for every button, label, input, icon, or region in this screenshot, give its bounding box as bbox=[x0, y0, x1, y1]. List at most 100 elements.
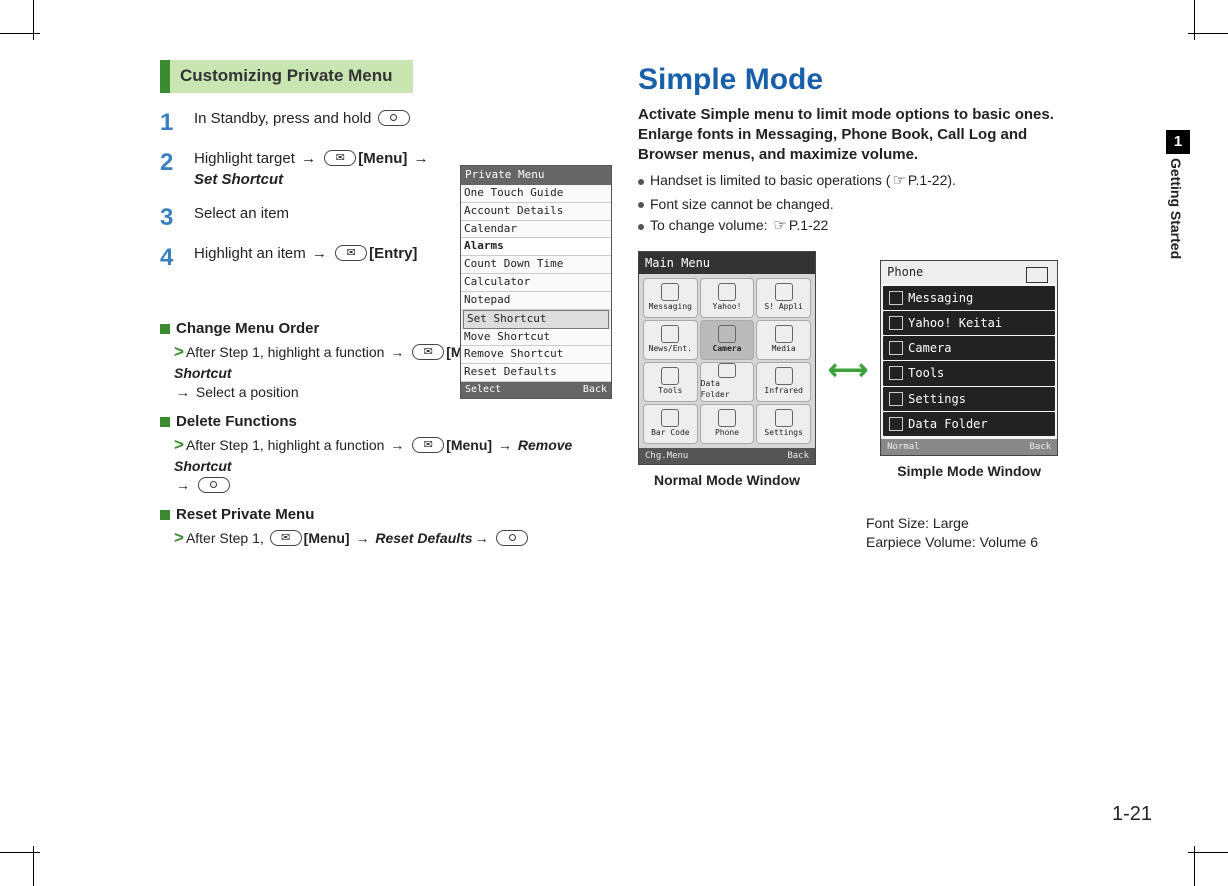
chevron-icon: > bbox=[174, 435, 184, 454]
app-icon bbox=[718, 363, 736, 378]
ref: P.1-22 bbox=[789, 217, 828, 233]
center-key-icon bbox=[378, 110, 410, 126]
label: Tools bbox=[908, 365, 944, 381]
page-heading: Simple Mode bbox=[638, 60, 1080, 101]
yahoo-icon bbox=[889, 316, 903, 330]
phone-footer: Normal Back bbox=[881, 439, 1057, 455]
mail-key-icon: ✉ bbox=[412, 344, 444, 360]
arrow-icon: → bbox=[498, 437, 512, 453]
softkey-right: Back bbox=[787, 450, 809, 462]
label: Camera bbox=[908, 340, 951, 356]
right-column: Simple Mode Activate Simple menu to limi… bbox=[620, 60, 1080, 846]
footnote: Font Size: Large Earpiece Volume: Volume… bbox=[866, 514, 1080, 552]
manual-page: Customizing Private Menu 1 In Standby, p… bbox=[0, 0, 1228, 886]
menu-cell: S! Appli bbox=[756, 278, 811, 318]
square-bullet-icon bbox=[160, 417, 170, 427]
mail-key-icon: ✉ bbox=[335, 245, 367, 261]
pointer-icon: ☞ bbox=[773, 218, 786, 234]
mail-key-icon: ✉ bbox=[270, 530, 302, 546]
chevron-icon: > bbox=[174, 528, 184, 547]
text: To change volume: bbox=[650, 217, 771, 233]
pm-item: Alarms bbox=[461, 238, 611, 256]
sub-line: >After Step 1, ✉[Menu] → Reset Defaults→ bbox=[174, 527, 602, 550]
chapter-number: 1 bbox=[1166, 130, 1190, 154]
crop-mark-icon bbox=[33, 0, 34, 40]
app-icon bbox=[718, 283, 736, 301]
pm-item: Notepad bbox=[461, 292, 611, 310]
tail: ). bbox=[947, 172, 956, 188]
center-key-icon bbox=[496, 530, 528, 546]
label: News/Ent. bbox=[649, 344, 692, 355]
text: Handset is limited to basic operations ( bbox=[650, 172, 890, 188]
label: Data Folder bbox=[701, 379, 754, 401]
heading-text: Change Menu Order bbox=[176, 320, 319, 337]
text: After Step 1, bbox=[186, 530, 268, 546]
phone-footer: Chg.Menu Back bbox=[639, 448, 815, 464]
app-icon bbox=[775, 325, 793, 343]
note-line: Font Size: Large bbox=[866, 514, 1080, 533]
sub-heading: Reset Private Menu bbox=[160, 505, 602, 525]
crop-mark-icon bbox=[0, 852, 40, 853]
heading-text: Delete Functions bbox=[176, 413, 297, 430]
crop-mark-icon bbox=[0, 33, 40, 34]
arrow-icon: → bbox=[301, 150, 316, 167]
list-item: Messaging bbox=[883, 286, 1055, 310]
chapter-title: Getting Started bbox=[1166, 158, 1185, 259]
step-number: 1 bbox=[160, 103, 194, 143]
softkey-left: Chg.Menu bbox=[645, 450, 688, 462]
mail-key-icon: ✉ bbox=[412, 437, 444, 453]
title-text: Phone bbox=[887, 265, 923, 279]
chevron-icon: > bbox=[174, 342, 184, 361]
note-item: Font size cannot be changed. bbox=[638, 195, 1080, 214]
pm-item: One Touch Guide bbox=[461, 185, 611, 203]
menu-label: [Menu] bbox=[304, 530, 350, 546]
label: Phone bbox=[715, 428, 739, 439]
text: After Step 1, highlight a function bbox=[186, 437, 388, 453]
pm-footer: Select Back bbox=[461, 382, 611, 398]
normal-mode-block: Main Menu Messaging Yahoo! S! Appli News… bbox=[638, 251, 816, 490]
entry-label: [Entry] bbox=[369, 245, 417, 262]
phone-panels: Main Menu Messaging Yahoo! S! Appli News… bbox=[638, 251, 1080, 490]
action-label: Reset Defaults bbox=[375, 530, 472, 546]
app-icon bbox=[661, 325, 679, 343]
step-1: 1 In Standby, press and hold bbox=[160, 103, 431, 143]
text: Font size cannot be changed. bbox=[650, 196, 834, 212]
label: Messaging bbox=[908, 290, 973, 306]
phone-title: Phone bbox=[881, 261, 1057, 283]
app-icon bbox=[661, 283, 679, 301]
menu-cell: Yahoo! bbox=[700, 278, 755, 318]
text: Highlight an item bbox=[194, 245, 310, 262]
note-item: To change volume: ☞P.1-22 bbox=[638, 216, 1080, 236]
bullet-icon bbox=[638, 179, 644, 185]
center-key-icon bbox=[198, 477, 230, 493]
simple-mode-block: Phone Messaging Yahoo! Keitai Camera Too… bbox=[880, 260, 1058, 481]
pm-title: Private Menu bbox=[461, 166, 611, 185]
crop-mark-icon bbox=[1194, 0, 1195, 40]
step-text: Select an item bbox=[194, 198, 431, 238]
phone-title: Main Menu bbox=[639, 252, 815, 274]
crop-mark-icon bbox=[1194, 846, 1195, 886]
tools-icon bbox=[889, 366, 903, 380]
arrow-icon: → bbox=[176, 477, 190, 493]
mail-key-icon: ✉ bbox=[324, 150, 356, 166]
arrow-icon: → bbox=[390, 437, 404, 453]
section-title: Customizing Private Menu bbox=[160, 60, 413, 93]
crop-mark-icon bbox=[33, 846, 34, 886]
step-number: 4 bbox=[160, 238, 194, 278]
page-number: 1-21 bbox=[1112, 801, 1152, 828]
step-number: 2 bbox=[160, 143, 194, 198]
sub-line: >After Step 1, highlight a function → ✉[… bbox=[174, 434, 602, 495]
label: Camera bbox=[713, 344, 742, 355]
list-item: Tools bbox=[883, 361, 1055, 385]
label: Media bbox=[772, 344, 796, 355]
bullet-icon bbox=[638, 202, 644, 208]
phone-icon bbox=[1026, 267, 1048, 283]
notes-list: Handset is limited to basic operations (… bbox=[638, 171, 1080, 236]
label: Tools bbox=[658, 386, 682, 397]
text: Select a position bbox=[192, 384, 299, 400]
mail-icon bbox=[889, 291, 903, 305]
softkey-left: Normal bbox=[887, 441, 920, 453]
menu-cell: Messaging bbox=[643, 278, 698, 318]
list-item: Yahoo! Keitai bbox=[883, 311, 1055, 335]
step-4: 4 Highlight an item → ✉[Entry] bbox=[160, 238, 431, 278]
